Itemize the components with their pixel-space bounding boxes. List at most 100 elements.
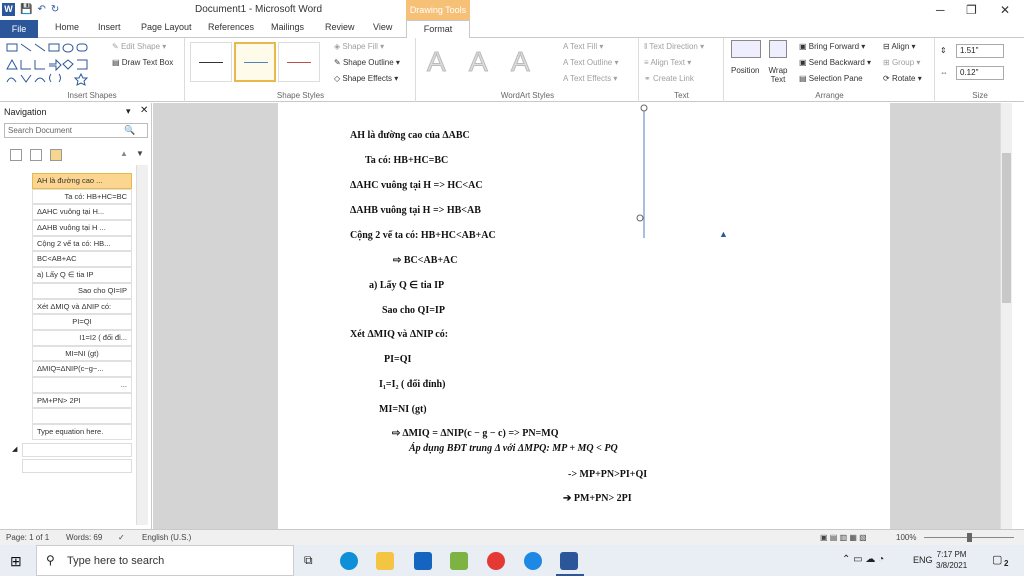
notification-icon[interactable]: ▢ bbox=[992, 553, 1002, 566]
tab-insert[interactable]: Insert bbox=[98, 22, 121, 32]
shape-effects-button[interactable]: ◇ Shape Effects ▾ bbox=[334, 74, 398, 83]
nav-item[interactable]: I1=I2 ( đối đỉ... bbox=[32, 329, 132, 346]
edge-icon[interactable] bbox=[340, 552, 358, 570]
shape-style-blue[interactable] bbox=[234, 42, 276, 82]
page-count[interactable]: Page: 1 of 1 bbox=[6, 533, 49, 542]
task-view-icon[interactable]: ⧉ bbox=[304, 553, 313, 568]
nav-item[interactable]: AH là đường cao ... bbox=[32, 173, 132, 189]
nav-item[interactable]: Cộng 2 vế ta có: HB... bbox=[32, 235, 132, 252]
text-outline-button[interactable]: A Text Outline ▾ bbox=[563, 58, 618, 67]
results-view-icon[interactable] bbox=[50, 149, 62, 161]
nav-item[interactable]: MI=NI (gt) bbox=[32, 345, 132, 362]
nav-item[interactable]: ... bbox=[32, 376, 132, 393]
next-arrow-icon[interactable]: ▼ bbox=[136, 149, 144, 158]
create-link-button[interactable]: ⚭ Create Link bbox=[644, 74, 694, 83]
tab-references[interactable]: References bbox=[208, 22, 254, 32]
shape-height-input[interactable]: 1.51" bbox=[956, 44, 1004, 58]
zoom-slider-thumb[interactable] bbox=[967, 533, 972, 542]
shape-width-input[interactable]: 0.12" bbox=[956, 66, 1004, 80]
language-indicator[interactable]: English (U.S.) bbox=[142, 533, 191, 542]
send-backward-button[interactable]: ▣ Send Backward ▾ bbox=[799, 58, 871, 67]
search-icon[interactable]: 🔍 bbox=[124, 125, 135, 136]
zoom-level[interactable]: 100% bbox=[896, 533, 916, 542]
nav-item[interactable]: Sao cho QI=IP bbox=[32, 282, 132, 299]
text-fill-button[interactable]: A Text Fill ▾ bbox=[563, 42, 603, 51]
align-button[interactable]: ⊟ Align ▾ bbox=[883, 42, 916, 51]
mail-icon[interactable] bbox=[414, 552, 432, 570]
minimize-icon[interactable]: ─ bbox=[936, 3, 945, 17]
nav-item[interactable]: ΔAHB vuông tại H ... bbox=[32, 220, 132, 236]
save-icon[interactable]: 💾 bbox=[20, 4, 32, 15]
wrap-text-button[interactable]: Wrap Text bbox=[765, 66, 791, 84]
nav-close-icon[interactable]: ✕ bbox=[140, 105, 148, 116]
shape-style-black[interactable] bbox=[190, 42, 232, 82]
rotate-button[interactable]: ⟳ Rotate ▾ bbox=[883, 74, 922, 83]
nav-item[interactable]: Xét ΔMIQ và ΔNIP có: bbox=[32, 298, 132, 315]
nav-empty-row bbox=[22, 443, 132, 457]
nav-item[interactable]: a) Lấy Q ∈ tia IP bbox=[32, 267, 132, 283]
scroll-thumb[interactable] bbox=[1002, 153, 1011, 303]
group-button[interactable]: ⊞ Group ▾ bbox=[883, 58, 920, 67]
shape-style-red[interactable] bbox=[278, 42, 320, 82]
nav-item[interactable]: Ta có: HB+HC=BC bbox=[32, 188, 132, 205]
nav-item[interactable]: PM+PN> 2PI bbox=[32, 392, 132, 409]
bring-forward-button[interactable]: ▣ Bring Forward ▾ bbox=[799, 42, 865, 51]
shape-outline-button[interactable]: ✎ Shape Outline ▾ bbox=[334, 58, 400, 67]
shapes-gallery-icon[interactable] bbox=[6, 42, 106, 86]
shape-fill-button[interactable]: ◈ Shape Fill ▾ bbox=[334, 42, 384, 51]
headings-view-icon[interactable] bbox=[10, 149, 22, 161]
tab-mailings[interactable]: Mailings bbox=[271, 22, 304, 32]
prev-arrow-icon[interactable]: ▲ bbox=[120, 149, 128, 158]
maximize-icon[interactable]: ❐ bbox=[966, 3, 977, 17]
document-scrollbar[interactable] bbox=[1000, 103, 1012, 529]
tab-page-layout[interactable]: Page Layout bbox=[141, 22, 192, 32]
chrome-icon[interactable] bbox=[487, 552, 505, 570]
draw-text-box-button[interactable]: ▤ Draw Text Box bbox=[112, 58, 173, 67]
zalo-icon[interactable] bbox=[524, 552, 542, 570]
position-button[interactable]: Position bbox=[731, 66, 759, 75]
selected-line-shape[interactable] bbox=[634, 103, 654, 243]
tab-view[interactable]: View bbox=[373, 22, 392, 32]
proofing-icon[interactable]: ✓ bbox=[118, 533, 125, 542]
selection-pane-button[interactable]: ▤ Selection Pane bbox=[799, 74, 863, 83]
pages-view-icon[interactable] bbox=[30, 149, 42, 161]
text-effects-button[interactable]: A Text Effects ▾ bbox=[563, 74, 617, 83]
nav-item[interactable]: BC<AB+AC bbox=[32, 251, 132, 268]
file-explorer-icon[interactable] bbox=[376, 552, 394, 570]
align-text-button[interactable]: ≡ Align Text ▾ bbox=[644, 58, 691, 67]
document-page[interactable]: ▲ AH là đường cao của ΔABC Ta có: HB+HC=… bbox=[278, 103, 890, 529]
wordart-style-1[interactable]: A bbox=[427, 46, 447, 78]
position-icon[interactable] bbox=[731, 40, 761, 58]
tab-review[interactable]: Review bbox=[325, 22, 355, 32]
tab-format[interactable]: Format bbox=[406, 20, 470, 39]
taskbar-search-input[interactable]: Type here to search bbox=[36, 545, 294, 576]
wordart-style-3[interactable]: A bbox=[511, 46, 531, 78]
nav-dropdown-icon[interactable]: ▾ bbox=[126, 106, 131, 117]
view-buttons-icon[interactable]: ▣ ▤ ▥ ▦ ▧ bbox=[820, 533, 867, 542]
windows-start-icon[interactable]: ⊞ bbox=[10, 553, 22, 570]
nav-item[interactable]: ΔAHC vuông tại H... bbox=[32, 204, 132, 221]
input-language[interactable]: ENG bbox=[913, 555, 933, 565]
tab-file[interactable]: File bbox=[0, 20, 38, 38]
word-logo-icon[interactable]: W bbox=[2, 3, 15, 16]
nav-item[interactable] bbox=[32, 408, 132, 424]
wordart-style-2[interactable]: A bbox=[469, 46, 489, 78]
nav-item[interactable]: PI=QI bbox=[32, 314, 132, 330]
system-tray-icons[interactable]: ⌃ ▭ ☁ ◔ bbox=[842, 554, 884, 565]
text-direction-button[interactable]: ‖ Text Direction ▾ bbox=[644, 42, 704, 51]
nav-item[interactable]: ΔMIQ=ΔNIP(c−g−... bbox=[32, 361, 132, 377]
taskbar-clock[interactable]: 7:17 PM 3/8/2021 bbox=[936, 549, 967, 571]
close-icon[interactable]: ✕ bbox=[1000, 3, 1010, 17]
edit-shape-button[interactable]: ✎ Edit Shape ▾ bbox=[112, 42, 166, 51]
word-count[interactable]: Words: 69 bbox=[66, 533, 102, 542]
nav-scrollbar[interactable] bbox=[136, 165, 148, 525]
nav-item[interactable]: Type equation here. bbox=[32, 424, 132, 440]
tab-home[interactable]: Home bbox=[55, 22, 79, 32]
redo-icon[interactable]: ↻ bbox=[51, 4, 59, 15]
collapse-icon[interactable]: ◢ bbox=[12, 445, 17, 453]
app-icon[interactable] bbox=[450, 552, 468, 570]
word-taskbar-icon[interactable] bbox=[560, 552, 578, 570]
undo-icon[interactable]: ↶ bbox=[37, 4, 45, 15]
insert-shapes-group: ✎ Edit Shape ▾ ▤ Draw Text Box Insert Sh… bbox=[0, 38, 185, 102]
wrap-text-icon[interactable] bbox=[769, 40, 787, 58]
